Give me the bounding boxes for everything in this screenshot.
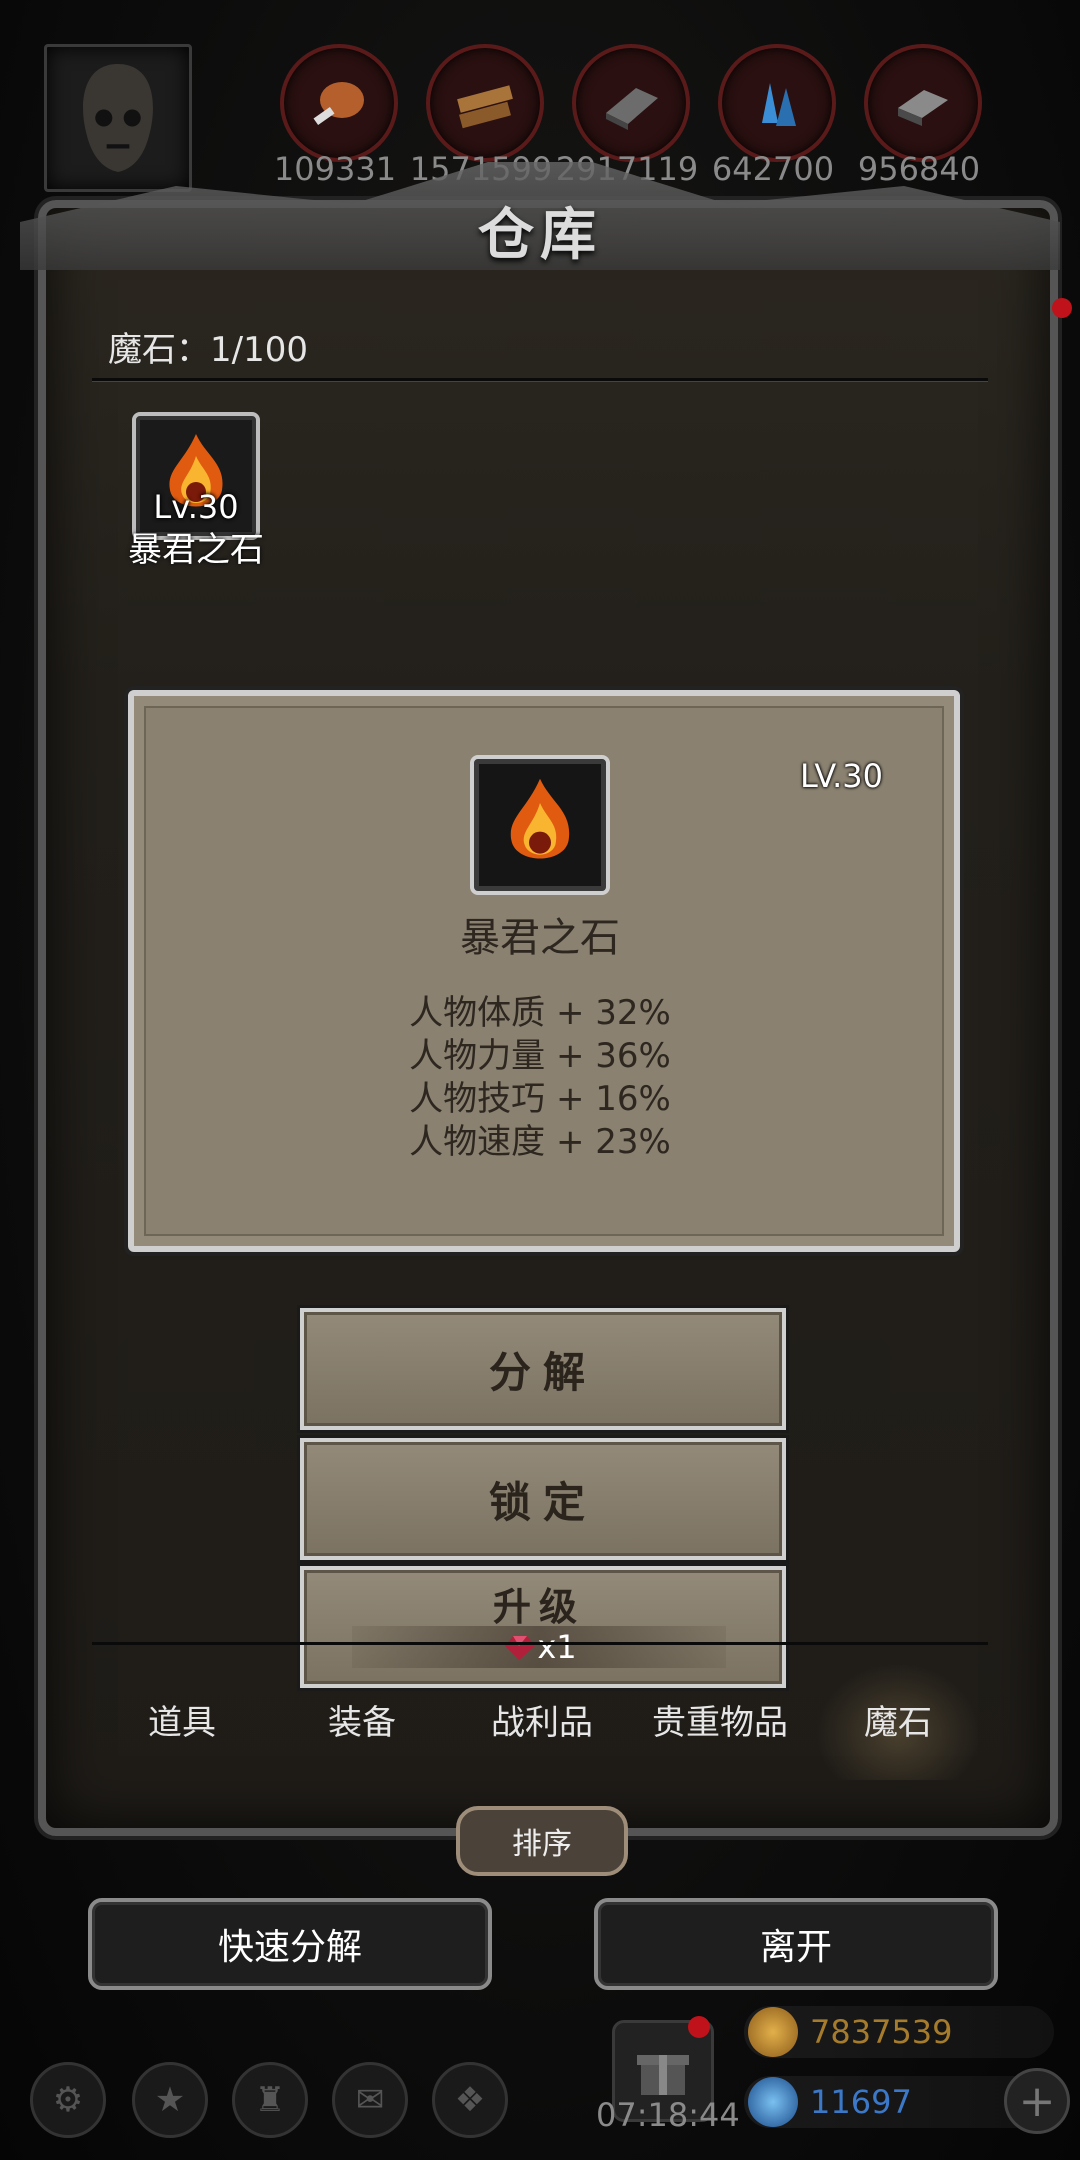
tab-equipment[interactable]: 装备 — [272, 1695, 452, 1744]
gold-coin-icon — [748, 2007, 798, 2057]
steel-count: 956840 — [857, 150, 981, 188]
tab-magic-stone[interactable]: 魔石 — [808, 1695, 988, 1744]
upgrade-cost-value: x1 — [537, 1628, 577, 1666]
decompose-button[interactable]: 分解 — [300, 1308, 786, 1430]
capacity-counter: 魔石：1/100 — [108, 330, 308, 370]
upgrade-cost: x1 — [352, 1626, 726, 1668]
stat-line: 人物力量 + 36% — [409, 1036, 671, 1076]
fire-stone-icon — [510, 778, 570, 859]
steel-resource[interactable] — [864, 44, 982, 162]
sort-button[interactable]: 排序 — [456, 1806, 628, 1876]
notification-dot — [1052, 298, 1072, 318]
gem-amount: 11697 — [810, 2083, 912, 2121]
skull-portrait-icon — [83, 64, 153, 172]
crystal-icon — [762, 83, 796, 126]
stat-line: 人物技巧 + 16% — [409, 1079, 671, 1119]
item-level: Lv.30 — [153, 488, 239, 526]
item-name: 暴君之石 — [128, 530, 264, 570]
quick-decompose-button[interactable]: 快速分解 — [88, 1898, 492, 1990]
gear-icon[interactable]: ⚙ — [30, 2062, 106, 2138]
detail-item-icon — [470, 755, 610, 895]
meat-count: 109331 — [273, 150, 397, 188]
ruby-gem-icon — [505, 1636, 536, 1660]
meat-icon — [313, 82, 364, 126]
blue-gem-icon — [748, 2077, 798, 2127]
upgrade-label: 升级 — [492, 1585, 585, 1629]
tab-loot[interactable]: 战利品 — [452, 1695, 632, 1744]
player-avatar[interactable] — [44, 44, 192, 192]
crystal-count: 642700 — [711, 150, 835, 188]
steel-icon — [898, 90, 948, 126]
detail-name: 暴君之石 — [460, 915, 620, 961]
scroll-icon[interactable]: ❖ — [432, 2062, 508, 2138]
stat-line: 人物速度 + 23% — [409, 1122, 671, 1162]
detail-level: LV.30 — [800, 757, 883, 795]
mail-icon[interactable]: ✉ — [332, 2062, 408, 2138]
gift-icon — [637, 2055, 689, 2095]
meat-resource[interactable] — [280, 44, 398, 162]
star-icon[interactable]: ★ — [132, 2062, 208, 2138]
wood-icon — [457, 85, 513, 129]
stat-line: 人物体质 + 32% — [409, 993, 671, 1033]
wood-resource[interactable] — [426, 44, 544, 162]
gold-currency: 7837539 — [744, 2006, 1054, 2058]
gold-amount: 7837539 — [810, 2013, 953, 2051]
divider — [92, 378, 988, 382]
castle-icon[interactable]: ♜ — [232, 2062, 308, 2138]
lock-button[interactable]: 锁定 — [300, 1438, 786, 1560]
iron-icon — [606, 88, 658, 130]
tab-divider — [92, 1642, 988, 1645]
clock: 07:18:44 — [596, 2096, 740, 2134]
crystal-resource[interactable] — [718, 44, 836, 162]
leave-button[interactable]: 离开 — [594, 1898, 998, 1990]
plus-icon[interactable]: + — [1004, 2068, 1070, 2134]
panel-title: 仓库 — [478, 203, 602, 268]
tab-valuables[interactable]: 贵重物品 — [630, 1695, 810, 1744]
gift-notification-dot — [688, 2016, 710, 2038]
tab-items[interactable]: 道具 — [92, 1695, 272, 1744]
iron-resource[interactable] — [572, 44, 690, 162]
